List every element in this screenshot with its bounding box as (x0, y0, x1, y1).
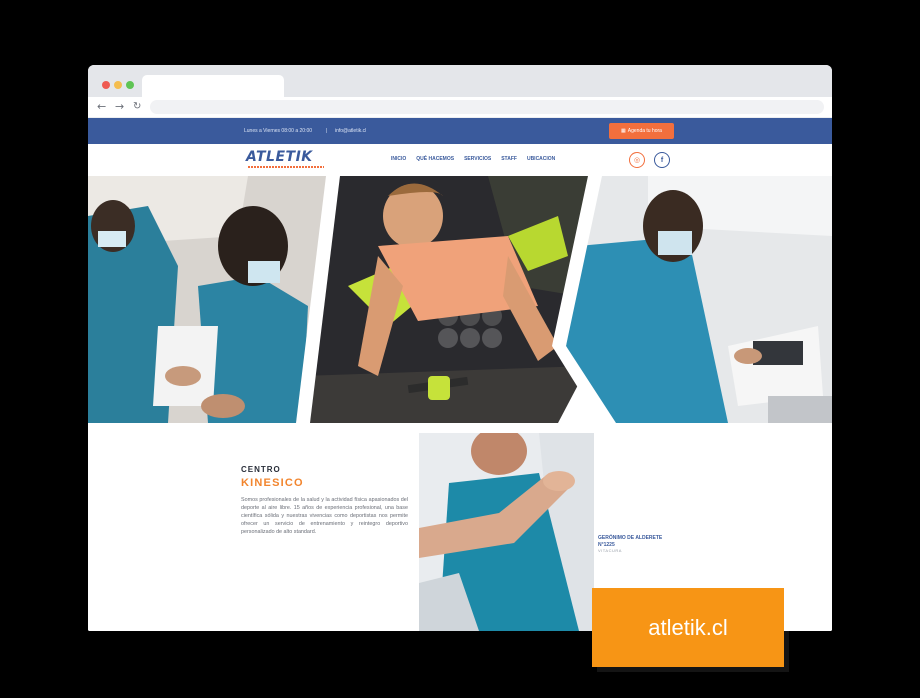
top-info-bar: Lunes a Viernes 08:00 a 20:00 | info@atl… (88, 118, 832, 144)
hero-photo-training (302, 176, 596, 423)
calendar-icon: ▦ (621, 128, 626, 134)
browser-toolbar: ← → ↻ (88, 97, 832, 118)
site-url-badge: atletik.cl (592, 588, 784, 667)
forward-arrow-icon[interactable]: → (115, 100, 124, 114)
address-district: VITACURA (598, 548, 622, 553)
contact-email-link[interactable]: info@atletik.cl (335, 128, 366, 134)
maximize-window-button[interactable] (126, 81, 134, 89)
close-window-button[interactable] (102, 81, 110, 89)
menu-item-ubicacion[interactable]: UBICACION (527, 156, 555, 162)
back-arrow-icon[interactable]: ← (97, 100, 106, 114)
section-description: Somos profesionales de la salud y la act… (241, 497, 408, 536)
address-bar[interactable] (150, 100, 824, 114)
therapy-photo (419, 433, 594, 631)
instagram-icon[interactable]: ◎ (629, 152, 645, 168)
hero-collage (88, 176, 832, 423)
minimize-window-button[interactable] (114, 81, 122, 89)
site-url-label: atletik.cl (648, 614, 728, 640)
address-block: GERÓNIMO DE ALDERETE N°1225 (598, 535, 662, 548)
hero-photo-clinicians (88, 176, 332, 423)
hero-photo-equipment (558, 176, 832, 423)
menu-item-inicio[interactable]: INICIO (391, 156, 406, 162)
site-logo[interactable]: ATLETIK (246, 149, 313, 165)
hero-banner (88, 176, 832, 423)
browser-window: ← → ↻ Lunes a Viernes 08:00 a 20:00 | in… (88, 65, 832, 631)
browser-tab[interactable] (142, 75, 284, 97)
main-menu: INICIO QUÉ HACEMOS SERVICIOS STAFF UBICA… (391, 156, 555, 162)
site-header: ATLETIK INICIO QUÉ HACEMOS SERVICIOS STA… (88, 144, 832, 176)
browser-tab-strip (88, 65, 832, 97)
reload-icon[interactable]: ↻ (133, 100, 141, 114)
section-kicker: CENTRO (241, 465, 281, 474)
book-appointment-button[interactable]: ▦ Agenda tu hora (609, 123, 674, 139)
menu-item-servicios[interactable]: SERVICIOS (464, 156, 491, 162)
logo-tagline (248, 166, 324, 168)
opening-hours: Lunes a Viernes 08:00 a 20:00 (244, 128, 313, 134)
website: Lunes a Viernes 08:00 a 20:00 | info@atl… (88, 118, 832, 631)
facebook-icon[interactable]: f (654, 152, 670, 168)
book-appointment-label: Agenda tu hora (627, 128, 662, 134)
menu-item-que-hacemos[interactable]: QUÉ HACEMOS (416, 156, 454, 162)
topbar-separator: | (326, 128, 328, 134)
menu-item-staff[interactable]: STAFF (501, 156, 517, 162)
section-headline: KINESICO (241, 477, 304, 489)
address-line-1: GERÓNIMO DE ALDERETE (598, 535, 663, 541)
